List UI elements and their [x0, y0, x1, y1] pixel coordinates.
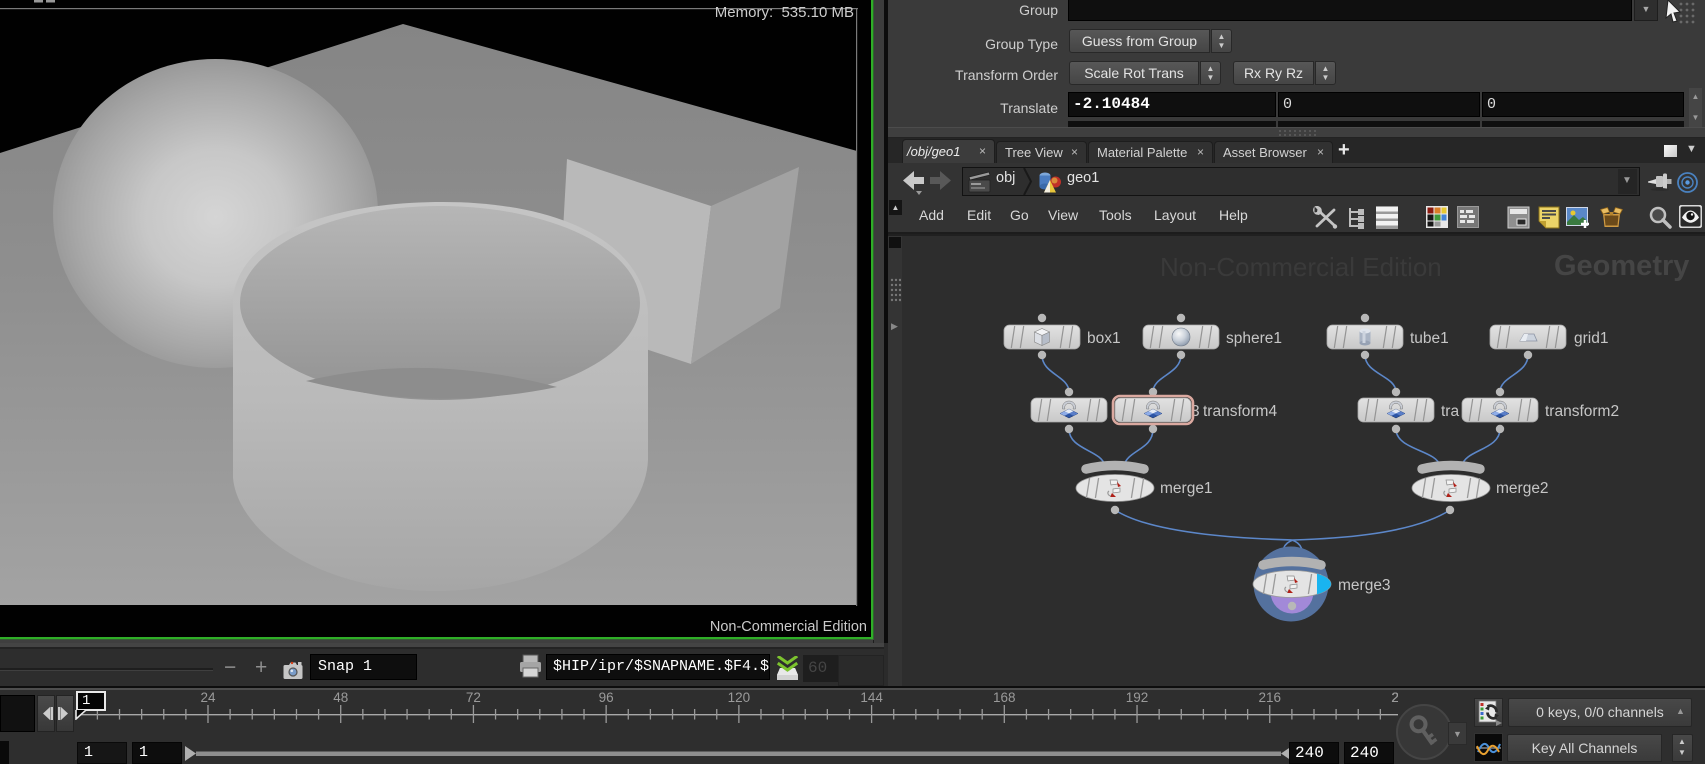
svg-text:24: 24 [200, 690, 216, 705]
svg-text:120: 120 [728, 690, 751, 705]
svg-text:box1: box1 [1087, 330, 1121, 347]
svg-text:48: 48 [333, 690, 348, 705]
svg-text:Memory: 535.10 MB: Memory: 535.10 MB [715, 4, 854, 21]
svg-text:tube1: tube1 [1410, 330, 1449, 347]
svg-text:merge2: merge2 [1496, 480, 1549, 497]
svg-text:72: 72 [466, 690, 481, 705]
svg-text:tra: tra [1441, 403, 1459, 420]
svg-text:144: 144 [860, 690, 883, 705]
svg-text:192: 192 [1126, 690, 1149, 705]
svg-text:grid1: grid1 [1574, 330, 1608, 347]
svg-text:216: 216 [1258, 690, 1281, 705]
svg-text:sphere1: sphere1 [1226, 330, 1282, 347]
svg-text:merge1: merge1 [1160, 480, 1213, 497]
svg-text:Non-Commercial Edition: Non-Commercial Edition [710, 619, 867, 635]
svg-text:merge3: merge3 [1338, 577, 1391, 594]
svg-text:96: 96 [599, 690, 614, 705]
svg-text:transform2: transform2 [1545, 403, 1619, 420]
svg-text:168: 168 [993, 690, 1016, 705]
svg-text:transform4: transform4 [1203, 403, 1277, 420]
